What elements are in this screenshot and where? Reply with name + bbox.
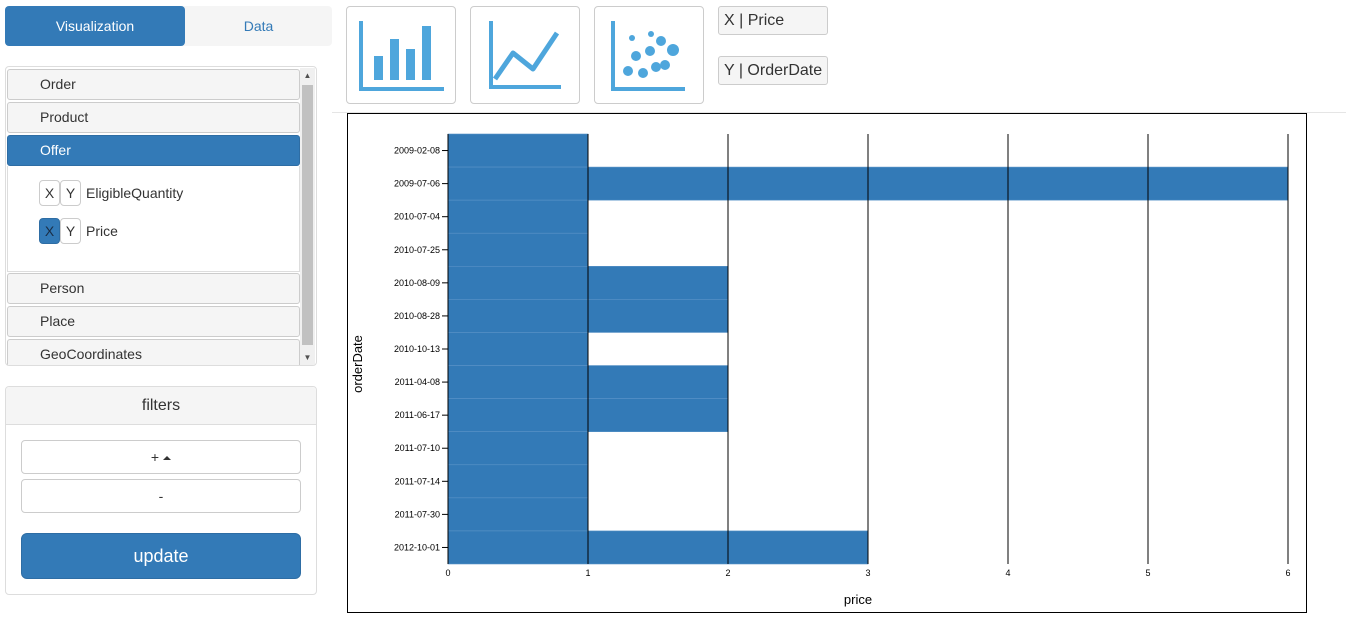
y-tick-label: 2011-04-08: [395, 377, 440, 387]
y-tick-label: 2010-10-13: [394, 344, 440, 354]
y-tick-label: 2011-07-14: [395, 476, 440, 486]
y-tick-label: 2011-07-10: [395, 443, 440, 453]
y-tick-label: 2009-07-06: [394, 179, 440, 189]
accordion-header-geocoordinates[interactable]: GeoCoordinates: [7, 339, 300, 365]
accordion-header-place[interactable]: Place: [7, 306, 300, 337]
bar-chart: 0 1 2 3 4 5 6 2009-02-08 2009-07-06 2010-07-04 201…: [350, 133, 1291, 607]
x-axis-selection[interactable]: X | Price: [718, 6, 828, 35]
y-tick-label: 2012-10-01: [394, 542, 440, 552]
scatter-chart-button[interactable]: [594, 6, 704, 104]
attribute-label: EligibleQuantity: [86, 185, 184, 201]
bar: [447, 431, 589, 466]
bar: [447, 199, 589, 234]
bar: [447, 133, 589, 168]
bar: [447, 232, 589, 267]
x-axis-label: price: [844, 592, 872, 607]
accordion-header-person[interactable]: Person: [7, 273, 300, 304]
update-button[interactable]: update: [21, 533, 301, 579]
x-tick-label: 4: [1005, 568, 1010, 578]
accordion-scrollbar[interactable]: ▲ ▼: [300, 68, 315, 365]
caret-up-icon: [163, 456, 172, 461]
scroll-down-arrow-icon[interactable]: ▼: [300, 350, 315, 365]
remove-filter-button[interactable]: -: [21, 479, 301, 513]
y-tick-label: 2010-08-28: [394, 311, 440, 321]
x-tick-label: 1: [585, 568, 590, 578]
x-tick-label: 2: [725, 568, 730, 578]
accordion-header-product[interactable]: Product: [7, 102, 300, 133]
x-tick-label: 3: [865, 568, 870, 578]
filters-panel: filters + - update: [5, 386, 317, 595]
bar-chart-button[interactable]: [346, 6, 456, 104]
x-tick-label: 0: [445, 568, 450, 578]
line-chart-icon: [489, 21, 561, 89]
scroll-thumb[interactable]: [302, 85, 313, 345]
bar-chart-icon: [359, 21, 444, 91]
add-filter-button[interactable]: +: [21, 440, 301, 474]
y-tick-label: 2011-06-17: [395, 410, 440, 420]
scatter-chart-icon: [611, 21, 685, 91]
accordion-body-offer: X Y EligibleQuantity X Y Price: [7, 166, 300, 272]
set-x-button[interactable]: X: [39, 180, 60, 206]
bar: [447, 530, 869, 565]
set-y-button[interactable]: Y: [60, 218, 81, 244]
line-chart-button[interactable]: [470, 6, 580, 104]
set-x-button[interactable]: X: [39, 218, 60, 244]
x-tick-label: 5: [1145, 568, 1150, 578]
y-tick-label: 2011-07-30: [395, 509, 440, 519]
y-tick-label: 2010-07-04: [394, 212, 440, 222]
y-tick-label: 2010-07-25: [394, 245, 440, 255]
attribute-row-eligiblequantity: X Y EligibleQuantity: [39, 180, 183, 206]
y-axis-selection[interactable]: Y | OrderDate: [718, 56, 828, 85]
bar: [447, 464, 589, 499]
y-tick-label: 2010-08-09: [394, 278, 440, 288]
x-tick-label: 6: [1285, 568, 1290, 578]
tab-visualization[interactable]: Visualization: [5, 6, 185, 46]
chart-area: 0 1 2 3 4 5 6 2009-02-08 2009-07-06 2010-07-04 201…: [347, 113, 1307, 613]
tab-data[interactable]: Data: [185, 6, 332, 46]
class-accordion: Order Product Offer X Y EligibleQuantity…: [5, 66, 317, 366]
y-axis-label: orderDate: [350, 335, 365, 393]
scroll-up-arrow-icon[interactable]: ▲: [300, 68, 315, 83]
bar: [447, 497, 589, 532]
filters-title: filters: [6, 387, 316, 425]
attribute-row-price: X Y Price: [39, 218, 118, 244]
y-tick-label: 2009-02-08: [394, 146, 440, 156]
add-filter-label: +: [150, 449, 160, 465]
bar: [447, 332, 589, 366]
set-y-button[interactable]: Y: [60, 180, 81, 206]
accordion-header-order[interactable]: Order: [7, 69, 300, 100]
attribute-label: Price: [86, 223, 118, 239]
view-tabs: Visualization Data: [5, 6, 332, 46]
accordion-header-offer[interactable]: Offer: [7, 135, 300, 166]
